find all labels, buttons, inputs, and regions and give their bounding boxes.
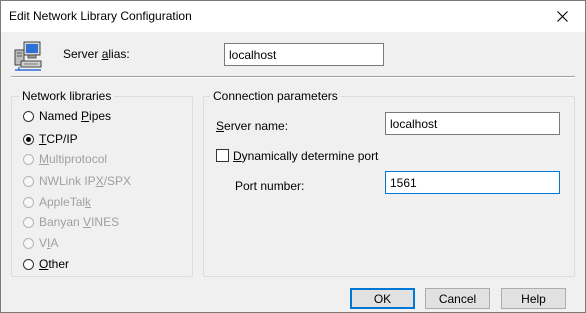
- dialog-window: Edit Network Library Configuration Serve…: [0, 0, 586, 313]
- cancel-button[interactable]: Cancel: [425, 288, 490, 309]
- radio-circle: [23, 110, 34, 122]
- computer-network-icon: [14, 41, 42, 71]
- title-bar[interactable]: Edit Network Library Configuration: [1, 1, 585, 32]
- radio-circle: [23, 175, 34, 187]
- server-alias-label: Server alias:: [63, 47, 130, 61]
- help-button[interactable]: Help: [501, 288, 566, 309]
- radio-circle: [23, 237, 34, 249]
- radio-circle: [23, 133, 34, 145]
- radio-multiprotocol: Multiprotocol: [23, 151, 107, 167]
- radio-circle: [23, 216, 34, 228]
- port-number-input[interactable]: [385, 171, 560, 194]
- close-button[interactable]: [545, 1, 579, 31]
- server-name-label: Server name:: [216, 119, 289, 133]
- window-title: Edit Network Library Configuration: [9, 9, 192, 23]
- close-icon: [556, 10, 568, 22]
- radio-banyan-vines: Banyan VINES: [23, 214, 119, 230]
- radio-nwlink-ipx-spx: NWLink IPX/SPX: [23, 173, 131, 189]
- ok-button[interactable]: OK: [350, 288, 415, 309]
- dynamic-port-label[interactable]: Dynamically determine port: [233, 149, 378, 163]
- radio-circle: [23, 153, 34, 165]
- network-libraries-legend: Network libraries: [19, 89, 115, 103]
- radio-other[interactable]: Other: [23, 256, 69, 272]
- dynamic-port-checkbox[interactable]: [216, 149, 229, 162]
- connection-parameters-legend: Connection parameters: [210, 89, 341, 103]
- radio-circle: [23, 258, 34, 270]
- radio-tcp-ip[interactable]: TCP/IP: [23, 131, 78, 147]
- radio-named-pipes[interactable]: Named Pipes: [23, 108, 111, 124]
- server-alias-input[interactable]: [224, 43, 384, 66]
- radio-circle: [23, 196, 34, 208]
- server-name-input[interactable]: [385, 112, 560, 135]
- radio-appletalk: AppleTalk: [23, 194, 91, 210]
- separator-line: [11, 76, 575, 78]
- radio-via: VIA: [23, 235, 58, 251]
- port-number-label: Port number:: [235, 179, 305, 193]
